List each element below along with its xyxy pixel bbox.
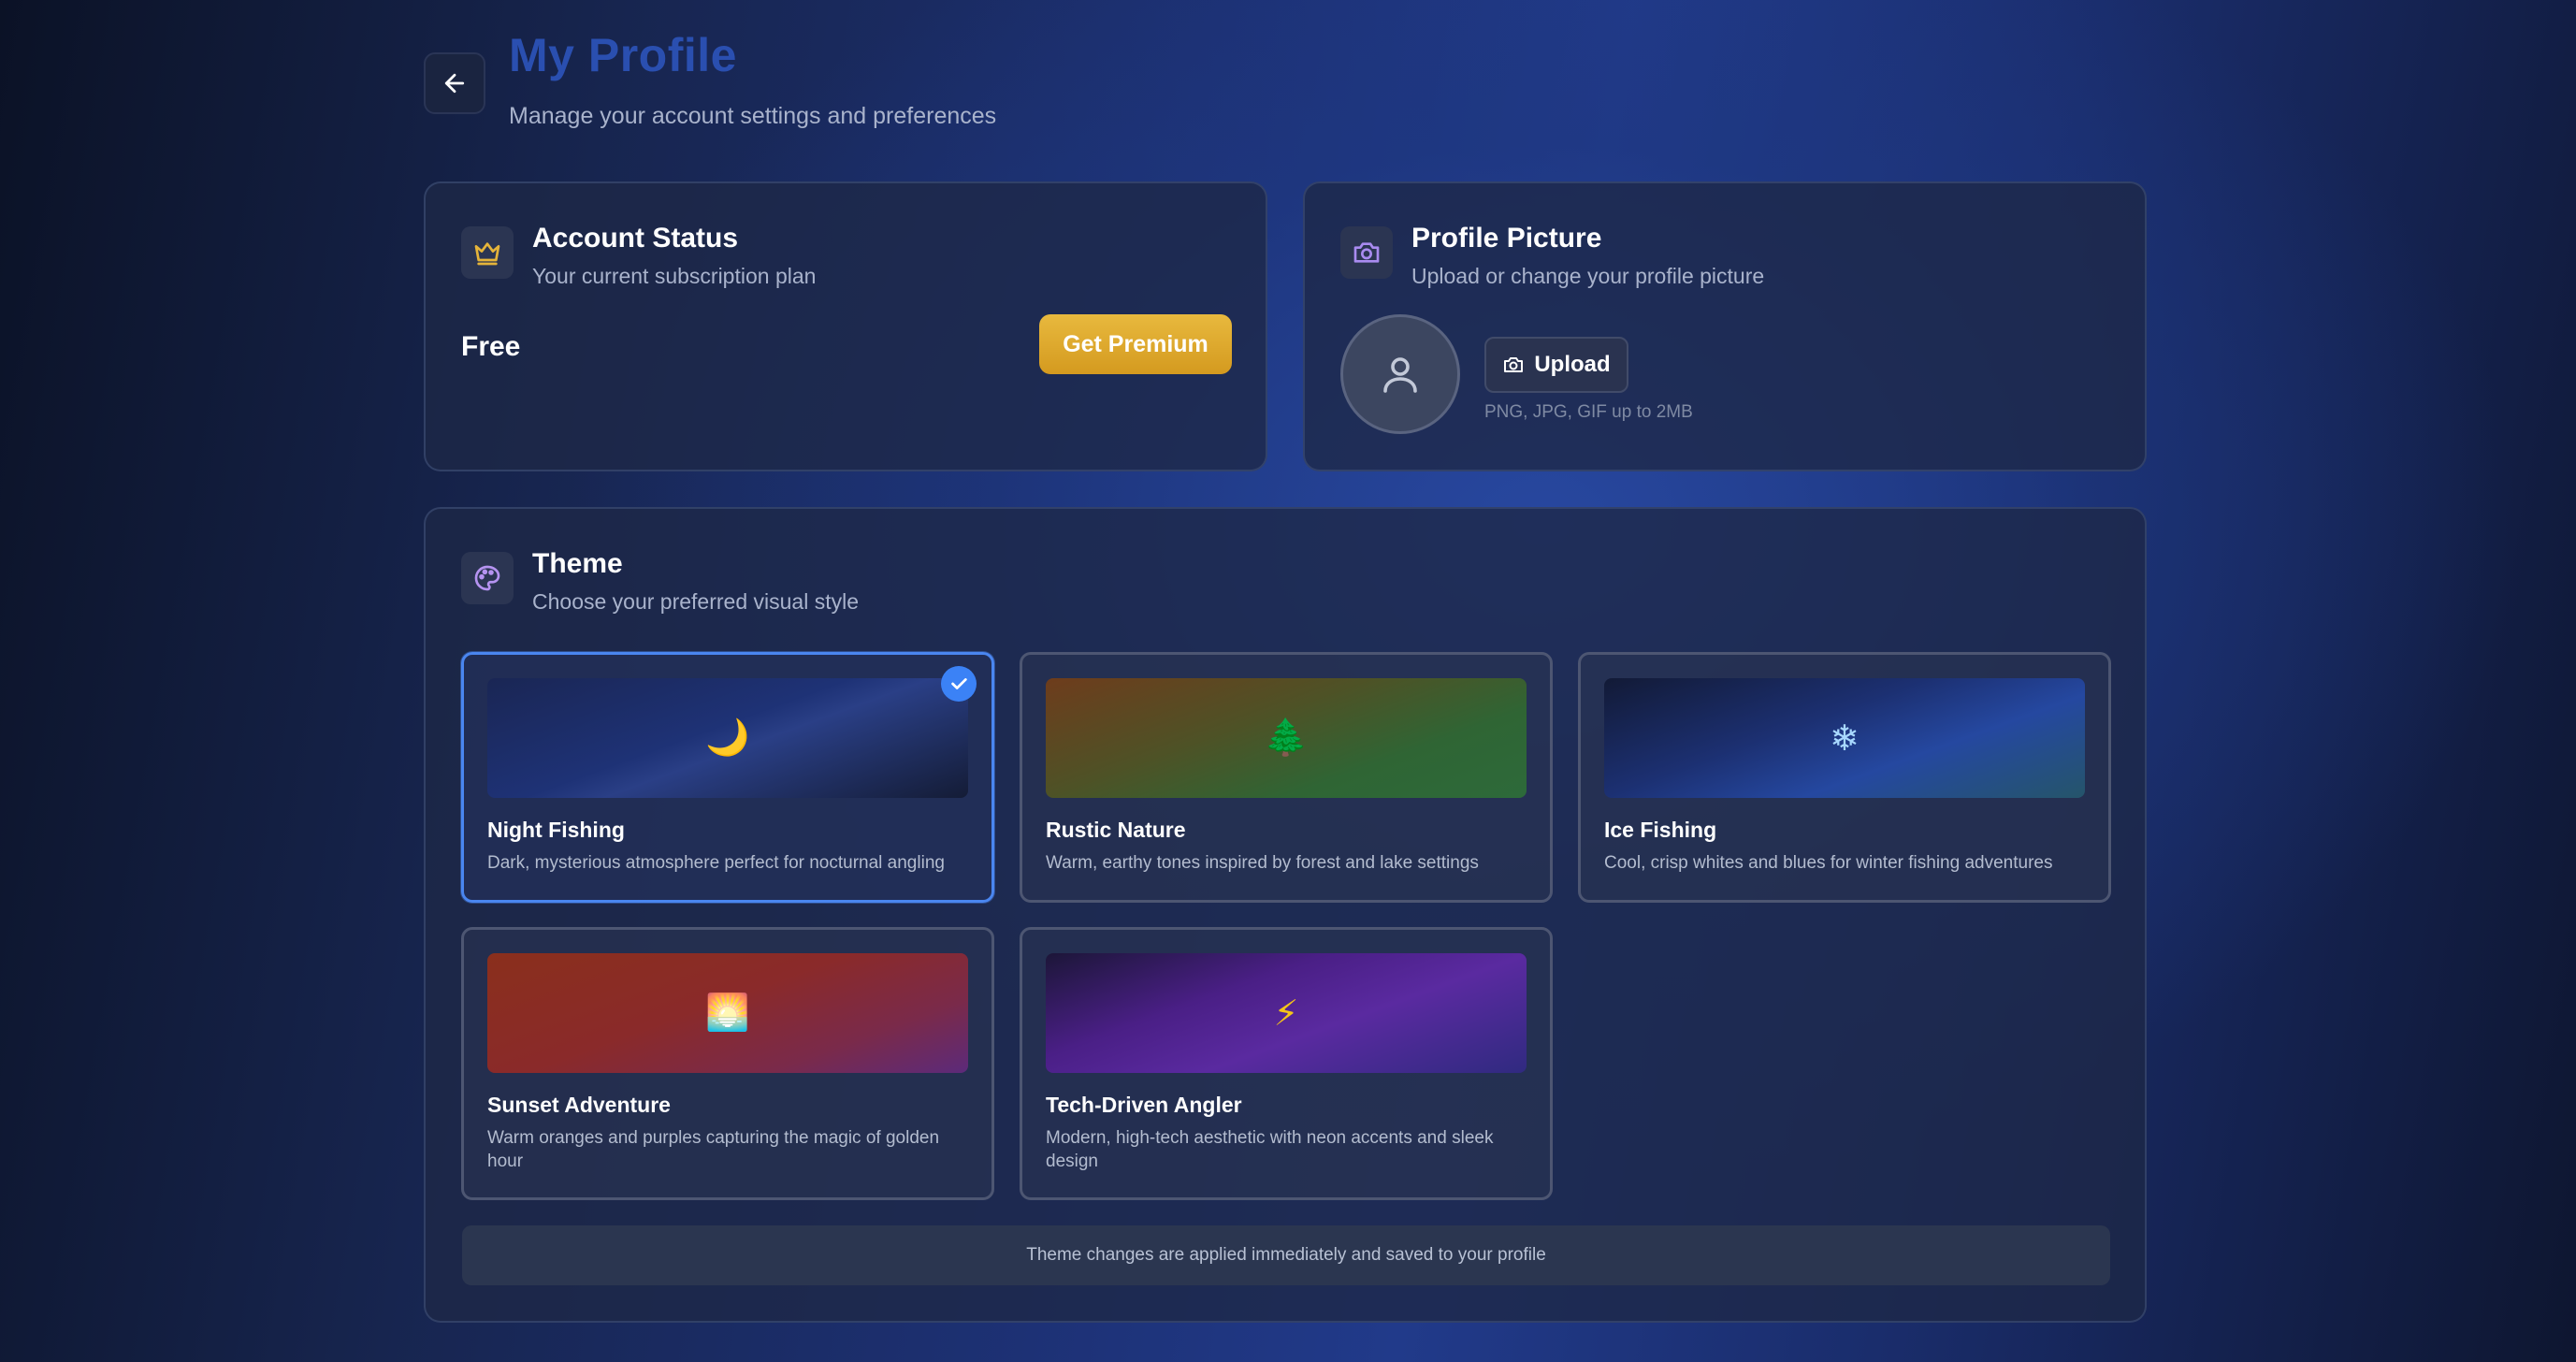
tree-icon: 🌲 [1264, 718, 1309, 758]
theme-description: Warm oranges and purples capturing the m… [487, 1128, 940, 1171]
moon-icon: 🌙 [705, 718, 750, 758]
night-fishing-preview: 🌙 [487, 678, 968, 798]
profile-picture-subtitle: Upload or change your profile picture [1411, 264, 1765, 288]
plan-name: Free [461, 331, 521, 362]
upload-hint: PNG, JPG, GIF up to 2MB [1484, 402, 1693, 422]
crown-icon-box [461, 226, 514, 279]
theme-description: Dark, mysterious atmosphere perfect for … [487, 853, 945, 873]
theme-option-ice-fishing[interactable]: ❄ Ice Fishing Cool, crisp whites and blu… [1578, 652, 2111, 903]
theme-option-sunset-adventure[interactable]: 🌅 Sunset Adventure Warm oranges and purp… [461, 927, 994, 1200]
camera-small-icon [1504, 357, 1524, 372]
get-premium-button[interactable]: Get Premium [1039, 314, 1232, 374]
user-icon [1383, 357, 1417, 393]
camera-icon [1353, 242, 1380, 263]
sunrise-icon: 🌅 [705, 993, 750, 1033]
snowflake-icon: ❄ [1830, 718, 1860, 759]
back-button[interactable] [424, 52, 485, 114]
account-status-card: Account Status Your current subscription… [424, 181, 1267, 471]
upload-label: Upload [1534, 352, 1611, 377]
profile-picture-title: Profile Picture [1411, 223, 1602, 254]
theme-name: Rustic Nature [1046, 818, 1186, 842]
crown-icon [474, 242, 500, 266]
theme-name: Ice Fishing [1604, 818, 1717, 842]
theme-name: Night Fishing [487, 818, 625, 842]
theme-card: Theme Choose your preferred visual style [424, 507, 2147, 1323]
account-status-subtitle: Your current subscription plan [532, 264, 817, 288]
avatar[interactable] [1340, 314, 1460, 434]
theme-description: Modern, high-tech aesthetic with neon ac… [1046, 1128, 1494, 1171]
ice-fishing-preview: ❄ [1604, 678, 2085, 798]
theme-title: Theme [532, 548, 623, 579]
theme-description: Warm, earthy tones inspired by forest an… [1046, 853, 1479, 873]
palette-icon [474, 565, 500, 591]
rustic-nature-preview: 🌲 [1046, 678, 1527, 798]
page-subtitle: Manage your account settings and prefere… [509, 103, 997, 129]
theme-name: Tech-Driven Angler [1046, 1093, 1242, 1117]
theme-footer-note: Theme changes are applied immediately an… [462, 1225, 2110, 1285]
lightning-icon: ⚡ [1273, 993, 1299, 1034]
upload-button[interactable]: Upload [1484, 337, 1628, 393]
theme-subtitle: Choose your preferred visual style [532, 589, 859, 614]
page-title: My Profile [509, 29, 737, 81]
theme-option-night-fishing[interactable]: 🌙 Night Fishing Dark, mysterious atmosph… [461, 652, 994, 903]
account-status-title: Account Status [532, 223, 739, 254]
theme-option-rustic-nature[interactable]: 🌲 Rustic Nature Warm, earthy tones inspi… [1020, 652, 1553, 903]
theme-name: Sunset Adventure [487, 1093, 671, 1117]
theme-description: Cool, crisp whites and blues for winter … [1604, 853, 2053, 873]
profile-picture-card: Profile Picture Upload or change your pr… [1303, 181, 2147, 471]
selected-check-icon [941, 666, 977, 702]
theme-option-tech-driven-angler[interactable]: ⚡ Tech-Driven Angler Modern, high-tech a… [1020, 927, 1553, 1200]
arrow-left-icon [444, 73, 465, 94]
camera-icon-box [1340, 226, 1393, 279]
tech-driven-angler-preview: ⚡ [1046, 953, 1527, 1073]
sunset-adventure-preview: 🌅 [487, 953, 968, 1073]
palette-icon-box [461, 552, 514, 604]
